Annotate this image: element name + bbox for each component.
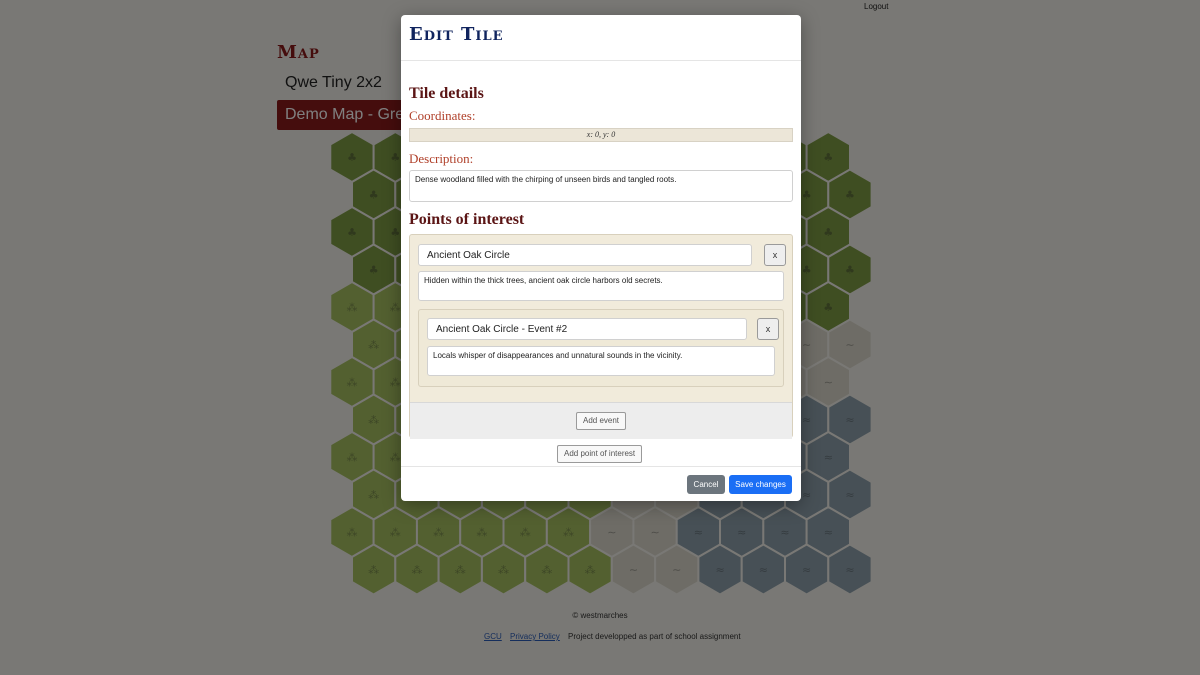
save-changes-button[interactable]: Save changes xyxy=(729,475,792,494)
poi-description-field[interactable]: Hidden within the thick trees, ancient o… xyxy=(418,271,784,301)
poi-card: x Hidden within the thick trees, ancient… xyxy=(409,234,793,439)
poi-heading: Points of interest xyxy=(409,211,525,228)
cancel-button[interactable]: Cancel xyxy=(687,475,725,494)
event-name-input[interactable] xyxy=(427,318,747,340)
coordinates-value: x: 0, y: 0 xyxy=(409,128,793,142)
add-event-row: Add event xyxy=(410,402,792,439)
remove-poi-button[interactable]: x xyxy=(764,244,786,266)
coordinates-label: Coordinates: xyxy=(409,108,476,123)
description-label: Description: xyxy=(409,151,474,166)
poi-name-input[interactable] xyxy=(418,244,752,266)
modal-header: Edit Tile xyxy=(401,15,801,61)
event-description-field[interactable]: Locals whisper of disappearances and unn… xyxy=(427,346,775,376)
tile-details-heading: Tile details xyxy=(409,85,484,102)
modal-title: Edit Tile xyxy=(409,24,504,45)
description-field[interactable]: Dense woodland filled with the chirping … xyxy=(409,170,793,202)
add-poi-button[interactable]: Add point of interest xyxy=(557,445,643,463)
remove-event-button[interactable]: x xyxy=(757,318,779,340)
edit-tile-modal: Edit Tile Tile details Coordinates: x: 0… xyxy=(401,15,801,501)
modal-footer: Cancel Save changes xyxy=(401,466,801,501)
add-event-button[interactable]: Add event xyxy=(576,412,627,430)
event-card: x Locals whisper of disappearances and u… xyxy=(418,309,784,387)
